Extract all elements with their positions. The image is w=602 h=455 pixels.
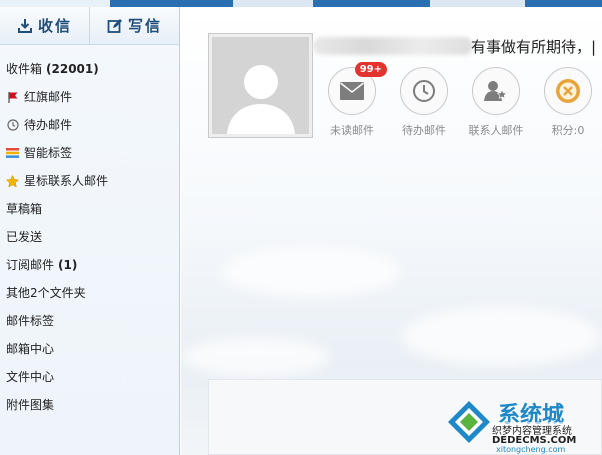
top-bar bbox=[0, 0, 602, 7]
sidebar-item-label: 文件中心 bbox=[6, 370, 55, 384]
profile-slogan: 有事做有所期待，| bbox=[471, 38, 597, 56]
points-coin-icon bbox=[556, 79, 580, 103]
sidebar-item-todo[interactable]: 待办邮件 bbox=[0, 111, 179, 139]
sidebar-item-attachment-gallery[interactable]: 附件图集 bbox=[0, 391, 179, 419]
quick-label: 待办邮件 bbox=[402, 124, 446, 137]
sidebar-item-subscriptions[interactable]: 订阅邮件 (1) bbox=[0, 251, 179, 279]
sidebar-item-flagged[interactable]: 红旗邮件 bbox=[0, 83, 179, 111]
unread-count: (22001) bbox=[46, 62, 99, 76]
contact-mail-button[interactable]: 联系人邮件 bbox=[466, 67, 526, 138]
sidebar-item-label: 待办邮件 bbox=[24, 118, 73, 132]
mail-sidebar: 收信 写信 收件箱 (22001) 红旗邮件 待办邮件 智能标签 星标联系人邮件… bbox=[0, 7, 180, 455]
sidebar-item-smart-tags[interactable]: 智能标签 bbox=[0, 139, 179, 167]
download-icon bbox=[17, 18, 32, 33]
quick-label: 未读邮件 bbox=[330, 124, 374, 137]
top-tab[interactable] bbox=[430, 0, 525, 7]
default-user-avatar-icon bbox=[226, 65, 295, 134]
unread-mail-button[interactable]: 99+ 未读邮件 bbox=[322, 62, 387, 138]
sidebar-item-label: 星标联系人邮件 bbox=[24, 174, 109, 188]
sidebar-item-starred-contacts[interactable]: 星标联系人邮件 bbox=[0, 167, 179, 195]
site-watermark: 系统城 织梦内容管理系统 DEDECMS.COM xitongcheng.com bbox=[446, 395, 598, 454]
sidebar-item-label: 订阅邮件 bbox=[6, 258, 55, 272]
sidebar-item-drafts[interactable]: 草稿箱 bbox=[0, 195, 179, 223]
sidebar-item-label: 附件图集 bbox=[6, 398, 55, 412]
color-tags-icon bbox=[6, 147, 19, 160]
background-cloud bbox=[401, 307, 601, 367]
sidebar-item-inbox[interactable]: 收件箱 (22001) bbox=[0, 55, 179, 83]
contact-star-icon bbox=[484, 81, 508, 101]
background-cloud bbox=[221, 247, 401, 297]
sidebar-item-label: 邮箱中心 bbox=[6, 342, 55, 356]
receive-button[interactable]: 收信 bbox=[0, 7, 90, 44]
receive-label: 收信 bbox=[37, 17, 72, 35]
quick-label: 联系人邮件 bbox=[468, 124, 524, 137]
clock-icon bbox=[413, 80, 435, 102]
sidebar-item-other-folders[interactable]: 其他2个文件夹 bbox=[0, 279, 179, 307]
clock-icon bbox=[6, 119, 19, 132]
quick-label: 积分:0 bbox=[551, 124, 585, 137]
unread-count: (1) bbox=[58, 258, 78, 272]
sidebar-item-label: 邮件标签 bbox=[6, 314, 55, 328]
avatar[interactable] bbox=[208, 33, 313, 138]
sidebar-item-label: 已发送 bbox=[6, 230, 43, 244]
sidebar-item-file-center[interactable]: 文件中心 bbox=[0, 363, 179, 391]
star-icon bbox=[6, 174, 19, 188]
unread-badge: 99+ bbox=[354, 62, 387, 77]
sidebar-item-sent[interactable]: 已发送 bbox=[0, 223, 179, 251]
sidebar-item-label: 收件箱 bbox=[6, 62, 43, 76]
top-tab-active[interactable] bbox=[0, 0, 110, 7]
top-tab[interactable] bbox=[233, 0, 313, 7]
sidebar-item-label: 其他2个文件夹 bbox=[6, 286, 86, 300]
folder-list: 收件箱 (22001) 红旗邮件 待办邮件 智能标签 星标联系人邮件 草稿箱 已… bbox=[0, 45, 179, 419]
edit-icon bbox=[107, 18, 122, 33]
unread-mail-circle[interactable]: 99+ bbox=[328, 62, 387, 115]
blurred-username bbox=[313, 37, 473, 55]
background-cloud bbox=[181, 337, 331, 377]
compose-button[interactable]: 写信 bbox=[90, 7, 179, 44]
sidebar-item-label: 智能标签 bbox=[24, 146, 73, 160]
red-flag-icon bbox=[6, 91, 19, 104]
points-button[interactable]: 积分:0 bbox=[538, 67, 598, 138]
contact-mail-circle[interactable] bbox=[472, 67, 520, 115]
todo-mail-circle[interactable] bbox=[400, 67, 448, 115]
compose-label: 写信 bbox=[127, 17, 162, 35]
mail-actions: 收信 写信 bbox=[0, 7, 179, 45]
points-circle[interactable] bbox=[544, 67, 592, 115]
sidebar-item-label: 草稿箱 bbox=[6, 202, 43, 216]
diamond-logo-icon bbox=[448, 401, 490, 443]
envelope-icon bbox=[340, 82, 364, 100]
todo-mail-button[interactable]: 待办邮件 bbox=[394, 67, 454, 138]
sidebar-item-mailbox-center[interactable]: 邮箱中心 bbox=[0, 335, 179, 363]
welcome-panel: 有事做有所期待，| 99+ 未读邮件 待办邮件 联系人邮件 积分:0 系统城 织… bbox=[181, 7, 602, 455]
sidebar-item-mail-tags[interactable]: 邮件标签 bbox=[0, 307, 179, 335]
sidebar-item-label: 红旗邮件 bbox=[24, 90, 73, 104]
watermark-url: xitongcheng.com bbox=[496, 445, 566, 454]
